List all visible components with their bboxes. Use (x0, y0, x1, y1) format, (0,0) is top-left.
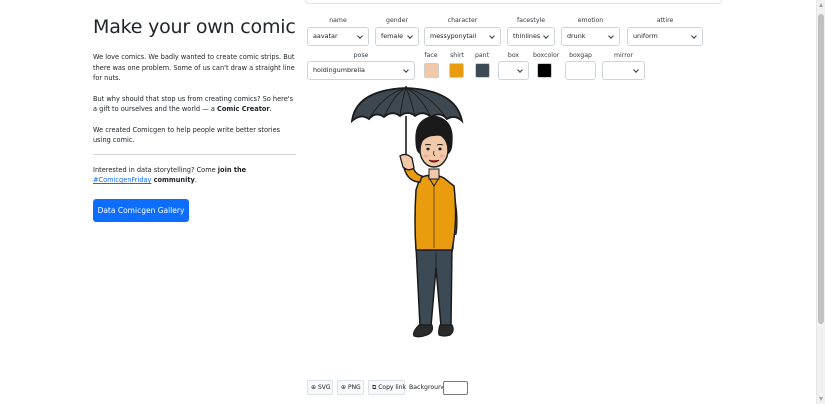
character-select-value: messyponytail (430, 32, 477, 40)
chevron-down-icon (403, 67, 409, 73)
download-svg-label: SVG (317, 384, 331, 391)
scroll-up-arrow-icon[interactable] (819, 3, 823, 7)
attire-select[interactable]: uniform (627, 27, 703, 46)
download-png-label: PNG (347, 384, 361, 391)
background-label: Background (409, 384, 446, 391)
shirt-label: shirt (450, 52, 464, 59)
download-svg-button[interactable]: ⊕ SVG (307, 380, 333, 395)
background-color-input[interactable] (443, 381, 468, 395)
facestyle-label: facestyle (516, 17, 546, 24)
mirror-select[interactable] (602, 61, 645, 80)
character-label: character (447, 17, 478, 24)
mirror-label: mirror (614, 52, 633, 59)
box-label: box (507, 52, 520, 59)
top-card-edge (305, 0, 722, 4)
scroll-thumb[interactable] (818, 14, 824, 324)
face-label: face (424, 52, 438, 59)
pose-label: pose (353, 52, 369, 59)
copy-icon: ⧉ (372, 384, 377, 391)
chevron-down-icon (543, 33, 549, 39)
shirt-color-swatch[interactable] (449, 63, 464, 78)
scroll-down-arrow-icon[interactable] (819, 397, 823, 401)
gender-select[interactable]: female (375, 27, 419, 46)
facestyle-select[interactable]: thinlines (507, 27, 555, 46)
emotion-select[interactable]: drunk (561, 27, 620, 46)
pose-select[interactable]: holdingumbrella (307, 61, 415, 80)
boxcolor-label: boxcolor (533, 52, 560, 59)
join-text: join the (217, 165, 247, 174)
box-select[interactable] (498, 61, 529, 80)
page-title: Make your own comic (93, 16, 296, 38)
data-comicgen-gallery-button[interactable]: Data Comicgen Gallery (93, 199, 189, 222)
pant-color-swatch[interactable] (475, 63, 490, 78)
face-color-swatch[interactable] (424, 63, 439, 78)
name-label: name (329, 17, 347, 24)
emotion-label: emotion (577, 17, 604, 24)
chevron-down-icon (357, 33, 363, 39)
why-text-suffix: . (269, 105, 272, 113)
attire-label: attire (656, 17, 674, 24)
gender-label: gender (386, 17, 408, 24)
comicgen-friday-link[interactable]: #ComicgenFriday (93, 176, 151, 184)
intro-text: We love comics. We badly wanted to creat… (93, 53, 295, 82)
pant-label: pant (474, 52, 490, 59)
created-text: We created Comicgen to help people write… (93, 125, 281, 145)
chevron-down-icon (517, 67, 523, 73)
storytelling-text: Interested in data storytelling? Come jo… (93, 165, 296, 186)
attire-select-value: uniform (633, 32, 658, 40)
divider (93, 153, 296, 155)
gender-select-value: female (381, 32, 404, 40)
copy-link-button[interactable]: ⧉ Copy link (368, 380, 406, 395)
boxgap-label: boxgap (569, 52, 592, 59)
character-select[interactable]: messyponytail (424, 27, 501, 46)
boxgap-input[interactable] (565, 61, 596, 80)
boxcolor-swatch[interactable] (537, 63, 552, 78)
chevron-down-icon (407, 33, 413, 39)
name-select[interactable]: aavatar (307, 27, 369, 46)
chevron-down-icon (489, 33, 495, 39)
download-icon: ⊕ (311, 384, 317, 391)
chevron-down-icon (691, 33, 697, 39)
comic-creator-text: Comic Creator (217, 105, 270, 113)
storytelling-suffix: . (194, 176, 197, 184)
download-icon: ⊕ (341, 384, 347, 391)
comic-character (350, 86, 464, 338)
why-text: But why should that stop us from creatin… (93, 94, 296, 115)
scrollbar[interactable] (816, 0, 825, 404)
pose-select-value: holdingumbrella (313, 66, 365, 74)
chevron-down-icon (608, 33, 614, 39)
storytelling-prefix: Interested in data storytelling? Come (93, 165, 218, 174)
facestyle-select-value: thinlines (513, 32, 541, 40)
intro-panel: Make your own comic We love comics. We b… (93, 14, 296, 186)
download-png-button[interactable]: ⊕ PNG (337, 380, 364, 395)
name-select-value: aavatar (313, 32, 338, 40)
emotion-select-value: drunk (567, 32, 586, 40)
community-text: community (153, 176, 195, 184)
copy-link-label: Copy link (378, 384, 406, 391)
chevron-down-icon (633, 67, 639, 73)
